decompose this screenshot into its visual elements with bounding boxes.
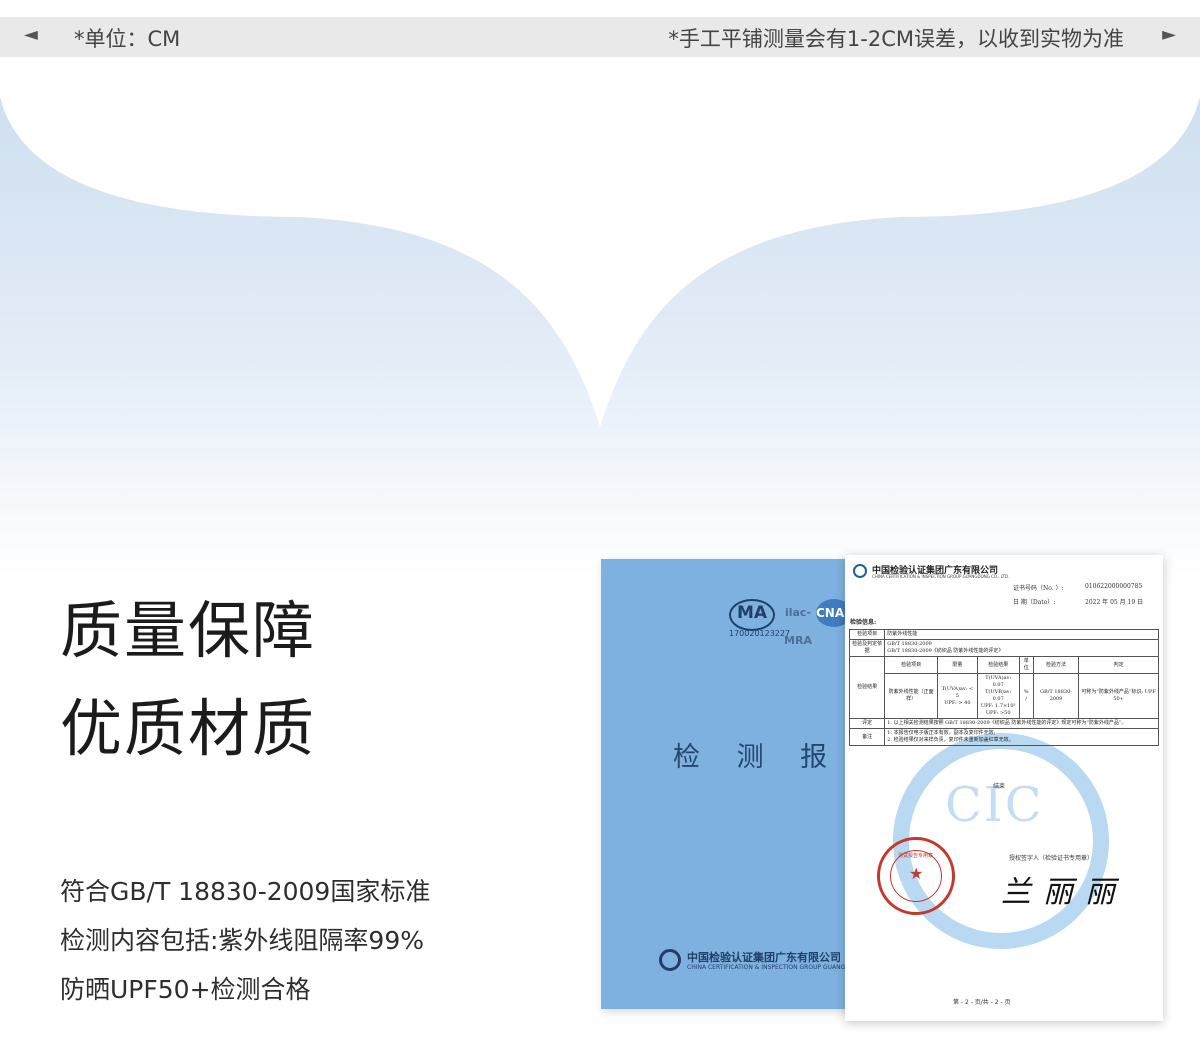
row-verdict: 可称为“防紫外线产品”标识: UPF 50+ <box>1078 673 1159 719</box>
arrow-left-icon: ◄ <box>24 24 38 45</box>
certificate-company-en: CHINA CERTIFICATION & INSPECTION GROUP G… <box>872 574 1010 579</box>
inspection-table: 检验项目 防紫外线性能 检验及判定依据 GB/T 18830-2009 GB/T… <box>848 629 1159 746</box>
col-item: 检验项目 <box>884 656 939 674</box>
unit-label: *单位：CM <box>74 27 181 51</box>
certificate-page: CIC 中国检验认证集团广东有限公司 CHINA CERTIFICATION &… <box>845 555 1163 1021</box>
col-method: 检验方法 <box>1032 656 1080 674</box>
row-method: GB/T 18830-2009 <box>1032 673 1080 719</box>
basis-value: GB/T 18830-2009 GB/T 18830-2009《纺织品 防紫外线… <box>884 639 1159 657</box>
comment-label: 评定 <box>848 718 886 729</box>
cert-no: 010622000000785 <box>1085 583 1143 590</box>
row-result-4: UPF: >50 <box>985 710 1011 716</box>
signature: 兰丽丽 <box>1001 875 1127 910</box>
cert-no-label: 证书号码（No. ）: <box>1013 585 1064 592</box>
col-verdict: 判定 <box>1078 656 1159 674</box>
remark-value: 1. 本报告仅电子版正本有效，副本及复印件无效; 2. 检验结果仅对来样负责，复… <box>884 728 1159 746</box>
col-limit: 限量 <box>937 656 978 674</box>
headline-quality: 质量保障 <box>60 594 317 667</box>
description-standard: 符合GB/T 18830-2009国家标准 <box>60 877 431 906</box>
row-unit-2: / <box>1025 696 1028 702</box>
seal-text: 测试报告专用章 <box>898 853 934 859</box>
background-wave <box>0 97 1200 577</box>
item-label: 检验项目 <box>848 629 886 640</box>
row-unit-1: % <box>1023 689 1029 695</box>
remark-value-2: 2. 检验结果仅对来样负责，复印件未重新加盖红章无效。 <box>887 737 1014 743</box>
signer-label: 授权签字人（检验证书专用章） <box>1009 855 1094 862</box>
row-result: T(UVA)av: 0.07 T(UVB)av: 0.07 UPF: 1.7×1… <box>976 673 1020 719</box>
row-unit: % / <box>1018 673 1034 719</box>
col-result: 检验结果 <box>976 656 1020 674</box>
comment-value: 1. 以上相关检测结果按照 GB/T 18830-2009《纺织品 防紫外线性能… <box>884 718 1159 729</box>
cma-badge-icon: MA <box>729 599 775 631</box>
item-value: 防紫外线性能 <box>884 629 1159 640</box>
col-unit: 单位 <box>1018 656 1034 674</box>
remark-label: 备注 <box>848 728 886 746</box>
description-upf: 防晒UPF50+检测合格 <box>60 975 311 1004</box>
row-limit: T(UVA)av: < 5 UPF: > 40 <box>937 673 978 719</box>
cert-date: 2022 年 05 月 19 日 <box>1085 599 1144 606</box>
size-note-bar: ◄ *单位：CM *手工平铺测量会有1-2CM误差，以收到实物为准 ► <box>0 17 1200 57</box>
ilac-badge-icon: ilac-MRA <box>784 606 812 647</box>
headline-material: 优质材质 <box>60 692 317 765</box>
row-result-2: T(UVB)av: 0.07 <box>985 689 1012 702</box>
basis-value-1: GB/T 18830-2009 <box>887 641 932 647</box>
certificate-logo-icon <box>853 564 867 578</box>
basis-label: 检验及判定依据 <box>848 639 886 657</box>
info-label: 检验信息: <box>850 619 877 626</box>
seal-star-icon: ★ <box>909 864 924 883</box>
cover-reg-number: 170020123227 <box>729 629 791 638</box>
page-number: 第 - 2 - 页/共 - 2 - 页 <box>953 999 1011 1006</box>
arrow-right-icon: ► <box>1162 24 1176 45</box>
basis-value-2: GB/T 18830-2009《纺织品 防紫外线性能的评定》 <box>887 648 1004 654</box>
remark-value-1: 1. 本报告仅电子版正本有效，副本及复印件无效; <box>887 730 996 736</box>
cover-company-name: 中国检验认证集团广东有限公司 <box>687 951 841 964</box>
row-limit-1: T(UVA)av: < 5 <box>941 685 974 699</box>
result-label: 检验结果 <box>848 656 886 719</box>
row-limit-2: UPF: > 40 <box>944 699 971 706</box>
row-result-1: T(UVA)av: 0.07 <box>985 675 1012 688</box>
row-item: 防紫外线性能（正面样） <box>884 673 939 719</box>
report-cover: MA ilac-MRA CNAS 170020123227 检 测 报 告 中国… <box>601 559 893 1009</box>
description-uv: 检测内容包括:紫外线阻隔率99% <box>60 926 424 955</box>
end-mark: 结束 <box>993 783 1006 790</box>
date-label: 日 期（Date）: <box>1013 599 1056 606</box>
row-result-3: UPF: 1.7×10³ <box>980 703 1016 709</box>
measurement-note: *手工平铺测量会有1-2CM误差，以收到实物为准 <box>668 27 1124 51</box>
company-logo-icon <box>659 949 681 971</box>
red-seal-icon: 测试报告专用章 ★ <box>877 837 955 915</box>
